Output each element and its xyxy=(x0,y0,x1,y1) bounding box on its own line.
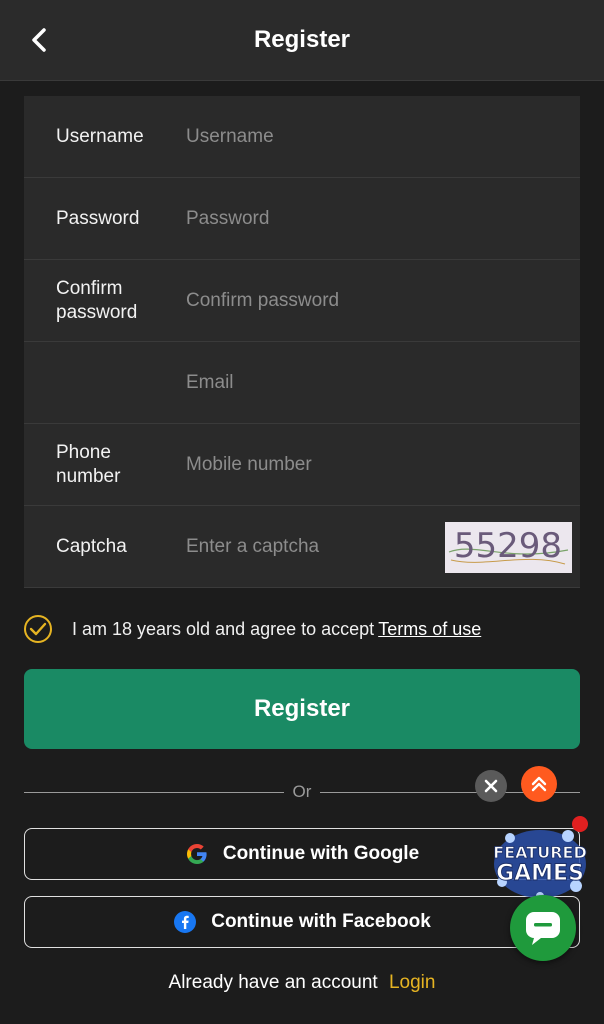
phone-label: Phone number xyxy=(56,441,121,487)
back-button[interactable] xyxy=(24,22,58,58)
password-row: Password xyxy=(24,178,580,260)
agree-checkbox[interactable] xyxy=(24,615,52,643)
featured-games-logo: FEATURED GAMES xyxy=(493,816,588,900)
terms-of-use-link[interactable]: Terms of use xyxy=(378,619,481,640)
email-row xyxy=(24,342,580,424)
page-title: Register xyxy=(253,26,351,53)
confirm-password-row: Confirm password xyxy=(24,260,580,342)
password-label: Password xyxy=(56,207,140,229)
captcha-label: Captcha xyxy=(56,535,127,557)
or-divider-text: Or xyxy=(292,782,312,801)
google-icon xyxy=(186,844,207,864)
double-chevron-up-icon xyxy=(531,776,547,792)
captcha-row: Captcha 55298 xyxy=(24,506,580,588)
confirm-password-input[interactable] xyxy=(186,282,446,319)
already-account-text: Already have an account xyxy=(168,972,378,993)
email-input[interactable] xyxy=(186,364,446,401)
close-featured-button[interactable] xyxy=(475,770,507,802)
username-input[interactable] xyxy=(186,118,446,155)
facebook-icon xyxy=(174,911,197,933)
close-icon xyxy=(484,779,498,793)
login-link[interactable]: Login xyxy=(389,972,436,993)
phone-input[interactable] xyxy=(186,446,446,483)
username-row: Username xyxy=(24,96,580,178)
login-prompt: Already have an account Login xyxy=(0,972,604,994)
terms-agreement: I am 18 years old and agree to accept Te… xyxy=(24,613,481,645)
featured-line2: GAMES xyxy=(496,861,584,886)
facebook-login-button[interactable]: Continue with Facebook xyxy=(24,896,580,948)
chat-support-button[interactable] xyxy=(510,895,576,961)
divider-left xyxy=(24,792,284,793)
featured-line1: FEATURED xyxy=(493,843,586,862)
check-icon xyxy=(29,622,47,636)
app-header: Register xyxy=(0,0,604,81)
facebook-label: Continue with Facebook xyxy=(211,911,431,932)
scroll-to-top-button[interactable] xyxy=(521,766,557,802)
google-label: Continue with Google xyxy=(222,843,420,864)
chevron-left-icon xyxy=(32,28,46,52)
captcha-image[interactable]: 55298 xyxy=(445,522,572,573)
username-label: Username xyxy=(56,125,144,147)
register-form: Username Password Confirm password Phone… xyxy=(24,96,580,588)
agree-text: I am 18 years old and agree to accept xyxy=(72,618,375,639)
register-button[interactable]: Register xyxy=(24,669,580,749)
phone-row: Phone number xyxy=(24,424,580,506)
featured-games-widget[interactable]: FEATURED GAMES xyxy=(490,816,590,902)
chat-bubble-icon xyxy=(526,912,560,945)
password-input[interactable] xyxy=(186,200,446,237)
confirm-password-label: Confirm password xyxy=(56,277,138,323)
captcha-code: 55298 xyxy=(454,526,562,566)
captcha-input[interactable] xyxy=(186,528,446,565)
